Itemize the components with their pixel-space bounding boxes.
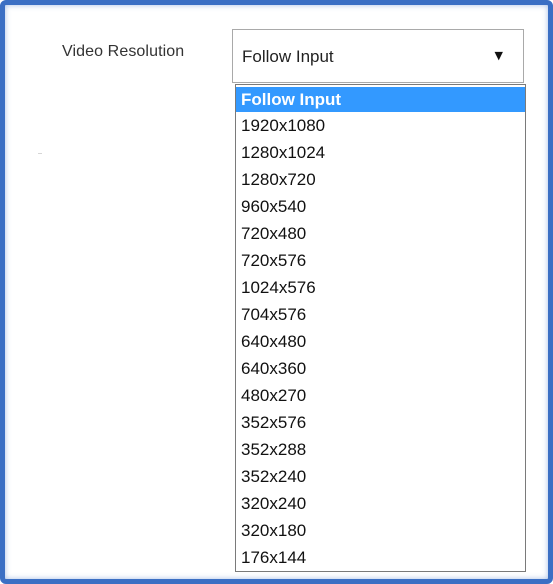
resolution-option[interactable]: 352x240 (236, 463, 525, 490)
resolution-option[interactable]: 640x480 (236, 328, 525, 355)
resolution-option[interactable]: Follow Input (236, 87, 525, 112)
resolution-option[interactable]: 320x180 (236, 517, 525, 544)
resolution-option[interactable]: 960x540 (236, 193, 525, 220)
resolution-option[interactable]: 720x576 (236, 247, 525, 274)
resolution-options-list: Follow Input 1920x1080 1280x1024 1280x72… (235, 84, 526, 572)
resolution-option[interactable]: 640x360 (236, 355, 525, 382)
resolution-option[interactable]: 176x144 (236, 544, 525, 571)
resolution-option[interactable]: 1024x576 (236, 274, 525, 301)
video-resolution-select[interactable]: Follow Input ▼ (232, 29, 524, 83)
resolution-option[interactable]: 720x480 (236, 220, 525, 247)
resolution-option[interactable]: 704x576 (236, 301, 525, 328)
resolution-option[interactable]: 1920x1080 (236, 112, 525, 139)
resolution-option[interactable]: 1280x1024 (236, 139, 525, 166)
resolution-option[interactable]: 1280x720 (236, 166, 525, 193)
resolution-option[interactable]: 480x270 (236, 382, 525, 409)
video-resolution-label: Video Resolution (62, 43, 185, 60)
selected-value: Follow Input (242, 47, 334, 66)
dropdown-arrow-icon[interactable]: ▼ (495, 50, 503, 61)
resolution-option[interactable]: 352x288 (236, 436, 525, 463)
divider (38, 153, 42, 154)
resolution-option[interactable]: 352x576 (236, 409, 525, 436)
settings-panel: Video Resolution Follow Input ▼ Follow I… (0, 0, 553, 584)
resolution-option[interactable]: 320x240 (236, 490, 525, 517)
